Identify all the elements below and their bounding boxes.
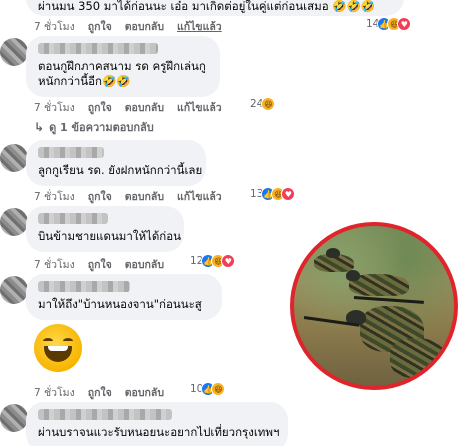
reaction-summary[interactable]: 13 👍 😆 ♥ [250,187,296,201]
commenter-name[interactable] [38,147,104,158]
like-button[interactable]: ถูกใจ [88,256,112,273]
comment-text: ผ่านมน 350 มาได้ก่อนนะ เอ๋อ มาเกิดต่อยู่… [38,0,376,13]
comment-actions: 7 ชั่วโมง ถูกใจ ตอบกลับ [34,256,164,273]
comment-text: บินข้ามชายแดนมาให้ได้ก่อน [38,229,182,243]
reaction-summary[interactable]: 10 👍 😆 [190,382,226,396]
commenter-name[interactable] [38,213,108,224]
comment-actions: 7 ชั่วโมง ถูกใจ ตอบกลับ แก้ไขแล้ว [34,18,222,35]
reaction-summary[interactable]: 12 👍 😆 ♥ [190,254,236,268]
avatar[interactable] [0,276,28,304]
commenter-name[interactable] [38,281,130,292]
love-reaction-icon: ♥ [397,17,412,31]
edited-label[interactable]: แก้ไขแล้ว [177,188,222,205]
comment-bubble: ลูกกูเรียน รด. ยังฝกหนักกว่านี้เลย [26,140,206,186]
comment-time[interactable]: 7 ชั่วโมง [34,188,75,205]
avatar[interactable] [0,38,28,66]
comment-bubble: ผ่านมน 350 มาได้ก่อนนะ เอ๋อ มาเกิดต่อยู่… [26,0,404,16]
like-button[interactable]: ถูกใจ [88,18,112,35]
reply-button[interactable]: ตอบกลับ [125,256,164,273]
avatar[interactable] [0,404,28,432]
comment-bubble: บินข้ามชายแดนมาให้ได้ก่อน [26,206,184,252]
comment-time[interactable]: 7 ชั่วโมง [34,99,75,116]
comment-bubble: มาให้ถึง"บ้านหนองจาน"ก่อนนะสู [26,274,222,320]
soldiers-photo [290,222,458,390]
commenter-name[interactable] [38,409,172,420]
reply-button[interactable]: ตอบกลับ [125,188,164,205]
reaction-summary[interactable]: 14 👍 😆 ♥ [366,17,412,31]
comment-text: มาให้ถึง"บ้านหนองจาน"ก่อนนะสู [38,297,202,311]
laughing-emoji-sticker [34,324,82,372]
like-button[interactable]: ถูกใจ [88,384,112,401]
comment-bubble: ผ่านบราจนแวะรับหนอยนะอยากไปเที่ยวกรุงเทพ… [26,402,288,446]
edited-label[interactable]: แก้ไขแล้ว [177,18,222,35]
haha-reaction-icon: 😆 [211,382,226,396]
comment-actions: 7 ชั่วโมง ถูกใจ ตอบกลับ แก้ไขแล้ว [34,188,222,205]
commenter-name[interactable] [38,43,158,54]
reply-button[interactable]: ตอบกลับ [125,18,164,35]
comment-time[interactable]: 7 ชั่วโมง [34,384,75,401]
comment-actions: 7 ชั่วโมง ถูกใจ ตอบกลับ [34,384,164,401]
comment-text-line: หนักกว่านี้อีก🤣🤣 [38,74,131,88]
edited-label[interactable]: แก้ไขแล้ว [177,99,222,116]
reply-button[interactable]: ตอบกลับ [125,99,164,116]
soldier-helmet [326,248,340,258]
comment-time[interactable]: 7 ชั่วโมง [34,18,75,35]
like-button[interactable]: ถูกใจ [88,188,112,205]
comment-actions: 7 ชั่วโมง ถูกใจ ตอบกลับ แก้ไขแล้ว [34,99,222,116]
comment-bubble: ตอนกูฝึกภาคสนาม รด ครูฝึกเล่นกู หนักกว่า… [26,36,220,97]
avatar[interactable] [0,208,28,236]
reply-arrow-icon: ↳ [34,120,45,134]
comment-text: ลูกกูเรียน รด. ยังฝกหนักกว่านี้เลย [38,163,203,177]
reaction-summary[interactable]: 24 😆 [250,97,276,111]
view-replies-label: ดู 1 ข้อความตอบกลับ [49,121,154,134]
reply-button[interactable]: ตอบกลับ [125,384,164,401]
comment-time[interactable]: 7 ชั่วโมง [34,256,75,273]
soldier-figure [390,338,446,378]
view-replies-link[interactable]: ↳ ดู 1 ข้อความตอบกลับ [34,118,154,136]
comment-text-line: ตอนกูฝึกภาคสนาม รด ครูฝึกเล่นกู [38,59,206,73]
like-button[interactable]: ถูกใจ [88,99,112,116]
rifle [353,296,424,304]
soldier-helmet [346,270,360,281]
comment-text: ผ่านบราจนแวะรับหนอยนะอยากไปเที่ยวกรุงเทพ… [38,425,280,439]
love-reaction-icon: ♥ [281,187,296,201]
haha-reaction-icon: 😆 [261,97,276,111]
avatar[interactable] [0,144,28,172]
love-reaction-icon: ♥ [221,254,236,268]
